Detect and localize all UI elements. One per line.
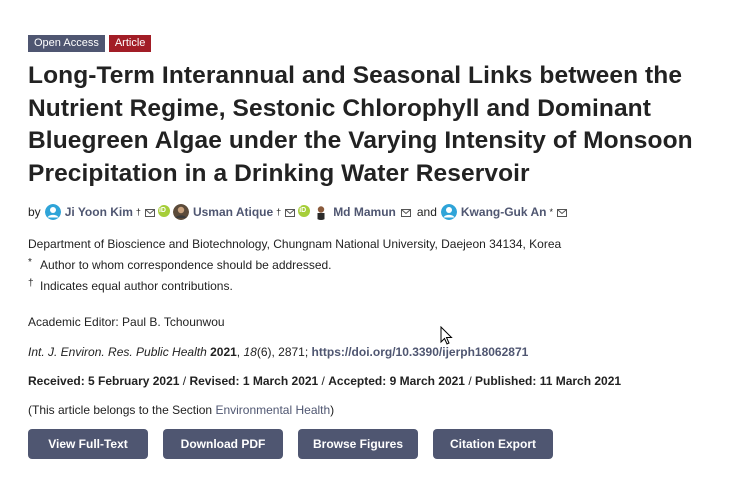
citation-export-button[interactable]: Citation Export [433, 429, 553, 459]
correspondence-note: * Author to whom correspondence should be… [28, 255, 728, 276]
open-access-badge[interactable]: Open Access [28, 35, 105, 52]
email-icon[interactable] [285, 206, 296, 217]
email-icon[interactable] [556, 206, 567, 217]
author-avatar-icon[interactable] [440, 204, 457, 220]
revised-date: 1 March 2021 [242, 374, 319, 388]
correspondence-text: Author to whom correspondence should be … [40, 258, 332, 272]
corresponding-mark: * [549, 207, 553, 217]
author-name-an[interactable]: Kwang-Guk An [461, 205, 547, 219]
section-prefix: (This article belongs to the Section [28, 403, 216, 417]
citation-volume: 18 [243, 345, 257, 359]
article-header: Open Access Article Long-Term Interannua… [28, 35, 728, 459]
citation: Int. J. Environ. Res. Public Health 2021… [28, 345, 529, 359]
download-pdf-button[interactable]: Download PDF [163, 429, 283, 459]
author-avatar-icon[interactable] [44, 204, 61, 220]
by-label: by [28, 205, 41, 219]
section-link[interactable]: Environmental Health [215, 403, 330, 417]
article-type-badge: Article [108, 35, 152, 52]
browse-figures-button[interactable]: Browse Figures [298, 429, 418, 459]
equal-contribution-text: Indicates equal author contributions. [40, 279, 233, 293]
journal-name: Int. J. Environ. Res. Public Health [28, 345, 207, 359]
accepted-date: 9 March 2021 [389, 374, 465, 388]
equal-contribution-mark: † [135, 207, 141, 217]
accepted-label: Accepted: [328, 374, 387, 388]
author-name-kim[interactable]: Ji Yoon Kim [65, 205, 133, 219]
equal-contribution-note: † Indicates equal author contributions. [28, 276, 728, 297]
author-photo-avatar[interactable] [313, 204, 330, 220]
and-label: and [416, 205, 437, 219]
received-date: 5 February 2021 [88, 374, 180, 388]
publication-dates: Received: 5 February 2021 / Revised: 1 M… [28, 374, 622, 388]
author-photo-avatar[interactable] [172, 204, 189, 220]
author-name-mamun[interactable]: Md Mamun [333, 205, 396, 219]
academic-editor: Academic Editor: Paul B. Tchounwou [28, 315, 225, 329]
citation-year: 2021 [210, 345, 237, 359]
corresponding-mark: * [28, 257, 32, 268]
action-buttons: View Full-Text Download PDF Browse Figur… [28, 429, 728, 459]
author-name-atique[interactable]: Usman Atique [193, 205, 273, 219]
mouse-cursor-icon [440, 326, 453, 345]
section-suffix: ) [330, 403, 335, 417]
orcid-icon[interactable] [157, 204, 170, 217]
published-label: Published: [475, 374, 537, 388]
doi-link[interactable]: https://doi.org/10.3390/ijerph18062871 [312, 345, 529, 359]
orcid-icon[interactable] [298, 204, 311, 217]
author-list: by Ji Yoon Kim † Usman Atique † Md Mamun… [28, 202, 728, 222]
view-full-text-button[interactable]: View Full-Text [28, 429, 148, 459]
email-icon[interactable] [400, 206, 411, 217]
affiliations: Department of Bioscience and Biotechnolo… [28, 234, 728, 297]
email-icon[interactable] [144, 206, 155, 217]
department: Department of Bioscience and Biotechnolo… [28, 237, 562, 251]
badges: Open Access Article [28, 35, 728, 52]
received-label: Received: [28, 374, 85, 388]
published-date: 11 March 2021 [539, 374, 622, 388]
citation-issue-pages: (6), 2871; [256, 345, 309, 359]
equal-contribution-mark: † [28, 278, 34, 289]
article-title: Long-Term Interannual and Seasonal Links… [28, 62, 693, 187]
revised-label: Revised: [189, 374, 240, 388]
equal-contribution-mark: † [276, 207, 282, 217]
section-note: (This article belongs to the Section Env… [28, 403, 728, 417]
